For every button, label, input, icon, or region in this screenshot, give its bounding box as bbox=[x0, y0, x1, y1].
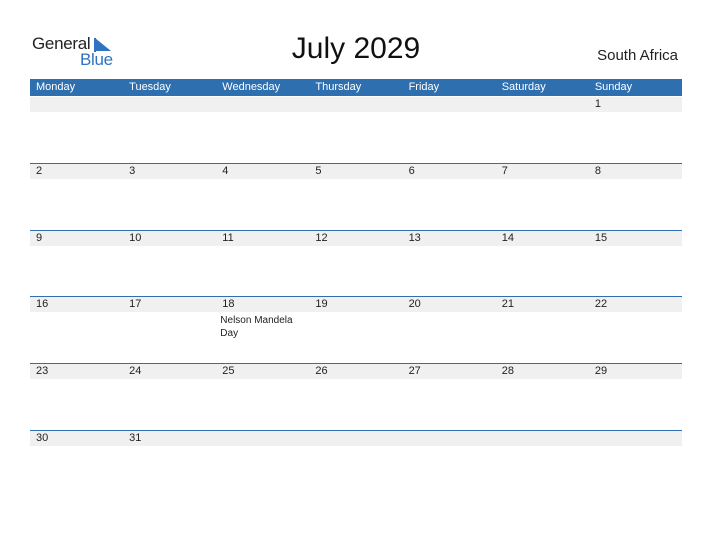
day-cell: 8 bbox=[589, 164, 682, 230]
day-cell: 26 bbox=[309, 364, 402, 430]
day-number: 25 bbox=[222, 365, 235, 377]
day-cell: 14 bbox=[496, 231, 589, 297]
day-cell: 2 bbox=[30, 164, 123, 230]
day-cell: 24 bbox=[123, 364, 216, 430]
day-number: 26 bbox=[315, 365, 328, 377]
day-number: 30 bbox=[36, 432, 49, 444]
week-row: 2 3 4 5 6 7 8 bbox=[30, 163, 682, 230]
day-cell: 27 bbox=[403, 364, 496, 430]
day-number: 12 bbox=[315, 232, 328, 244]
day-number: 14 bbox=[501, 232, 514, 244]
day-cell: 28 bbox=[496, 364, 589, 430]
day-number: 24 bbox=[129, 365, 142, 377]
day-number: 8 bbox=[594, 165, 601, 177]
day-cell: 22 bbox=[589, 297, 682, 363]
day-number: 9 bbox=[36, 232, 43, 244]
day-number: 16 bbox=[36, 298, 49, 310]
weekday-wednesday: Wednesday bbox=[222, 81, 281, 93]
day-cell: 15 bbox=[589, 231, 682, 297]
day-number: 19 bbox=[315, 298, 328, 310]
week-row: 1 bbox=[30, 97, 682, 163]
day-cell bbox=[403, 431, 496, 497]
weekday-saturday: Saturday bbox=[501, 81, 546, 93]
day-number: 29 bbox=[594, 365, 608, 377]
week-row: 16 17 18 Nelson Mandela Day 19 20 21 22 bbox=[30, 296, 682, 363]
weekday-sunday: Sunday bbox=[594, 81, 633, 93]
day-cell: 23 bbox=[30, 364, 123, 430]
day-cell bbox=[496, 97, 589, 163]
day-cell: 7 bbox=[496, 164, 589, 230]
country-label: South Africa bbox=[597, 47, 678, 64]
day-cell: 17 bbox=[123, 297, 216, 363]
day-number: 22 bbox=[594, 298, 608, 310]
day-cell bbox=[123, 97, 216, 163]
day-cell: 3 bbox=[123, 164, 216, 230]
day-cell bbox=[309, 431, 402, 497]
day-cell bbox=[309, 97, 402, 163]
day-cell: 31 bbox=[123, 431, 216, 497]
day-number: 15 bbox=[594, 232, 608, 244]
day-cell: 11 bbox=[216, 231, 309, 297]
holiday-label: Nelson Mandela Day bbox=[220, 315, 293, 339]
day-number: 7 bbox=[501, 165, 508, 177]
day-number: 3 bbox=[129, 165, 136, 177]
day-number: 27 bbox=[408, 365, 421, 377]
week-row: 23 24 25 26 27 28 29 bbox=[30, 363, 682, 430]
day-cell: 20 bbox=[403, 297, 496, 363]
weekday-friday: Friday bbox=[408, 81, 440, 93]
day-cell: 1 bbox=[589, 97, 682, 163]
day-cell: 30 bbox=[30, 431, 123, 497]
week-row: 9 10 11 12 13 14 15 bbox=[30, 230, 682, 297]
day-cell: 10 bbox=[123, 231, 216, 297]
weekday-monday: Monday bbox=[36, 81, 76, 93]
day-cell: 13 bbox=[403, 231, 496, 297]
day-cell: 25 bbox=[216, 364, 309, 430]
day-number: 21 bbox=[501, 298, 514, 310]
weekday-tuesday: Tuesday bbox=[129, 81, 171, 93]
day-number: 4 bbox=[222, 165, 229, 177]
week-row: 30 31 bbox=[30, 430, 682, 497]
day-cell: 12 bbox=[309, 231, 402, 297]
day-cell: 4 bbox=[216, 164, 309, 230]
weekday-thursday: Thursday bbox=[315, 81, 362, 93]
day-number: 5 bbox=[315, 165, 322, 177]
day-number: 11 bbox=[222, 232, 234, 244]
day-cell: 29 bbox=[589, 364, 682, 430]
day-number: 1 bbox=[594, 98, 601, 110]
day-cell bbox=[403, 97, 496, 163]
day-number: 20 bbox=[408, 298, 421, 310]
day-number: 6 bbox=[408, 165, 415, 177]
day-number: 2 bbox=[36, 165, 43, 177]
day-cell: 18 Nelson Mandela Day bbox=[216, 297, 309, 363]
day-number: 31 bbox=[129, 432, 142, 444]
day-cell: 19 bbox=[309, 297, 402, 363]
day-cell: 9 bbox=[30, 231, 123, 297]
day-cell bbox=[496, 431, 589, 497]
day-cell: 16 bbox=[30, 297, 123, 363]
day-number: 13 bbox=[408, 232, 421, 244]
day-cell: 21 bbox=[496, 297, 589, 363]
day-cell bbox=[216, 431, 309, 497]
day-cell: 5 bbox=[309, 164, 402, 230]
day-cell bbox=[589, 431, 682, 497]
day-cell bbox=[216, 97, 309, 163]
day-number: 23 bbox=[36, 365, 49, 377]
day-cell bbox=[30, 97, 123, 163]
day-number: 28 bbox=[501, 365, 514, 377]
weekday-header: Monday Tuesday Wednesday Thursday Friday… bbox=[30, 79, 682, 96]
day-number: 10 bbox=[129, 232, 142, 244]
day-cell: 6 bbox=[403, 164, 496, 230]
day-number: 17 bbox=[129, 298, 142, 310]
day-number: 18 bbox=[222, 298, 235, 310]
